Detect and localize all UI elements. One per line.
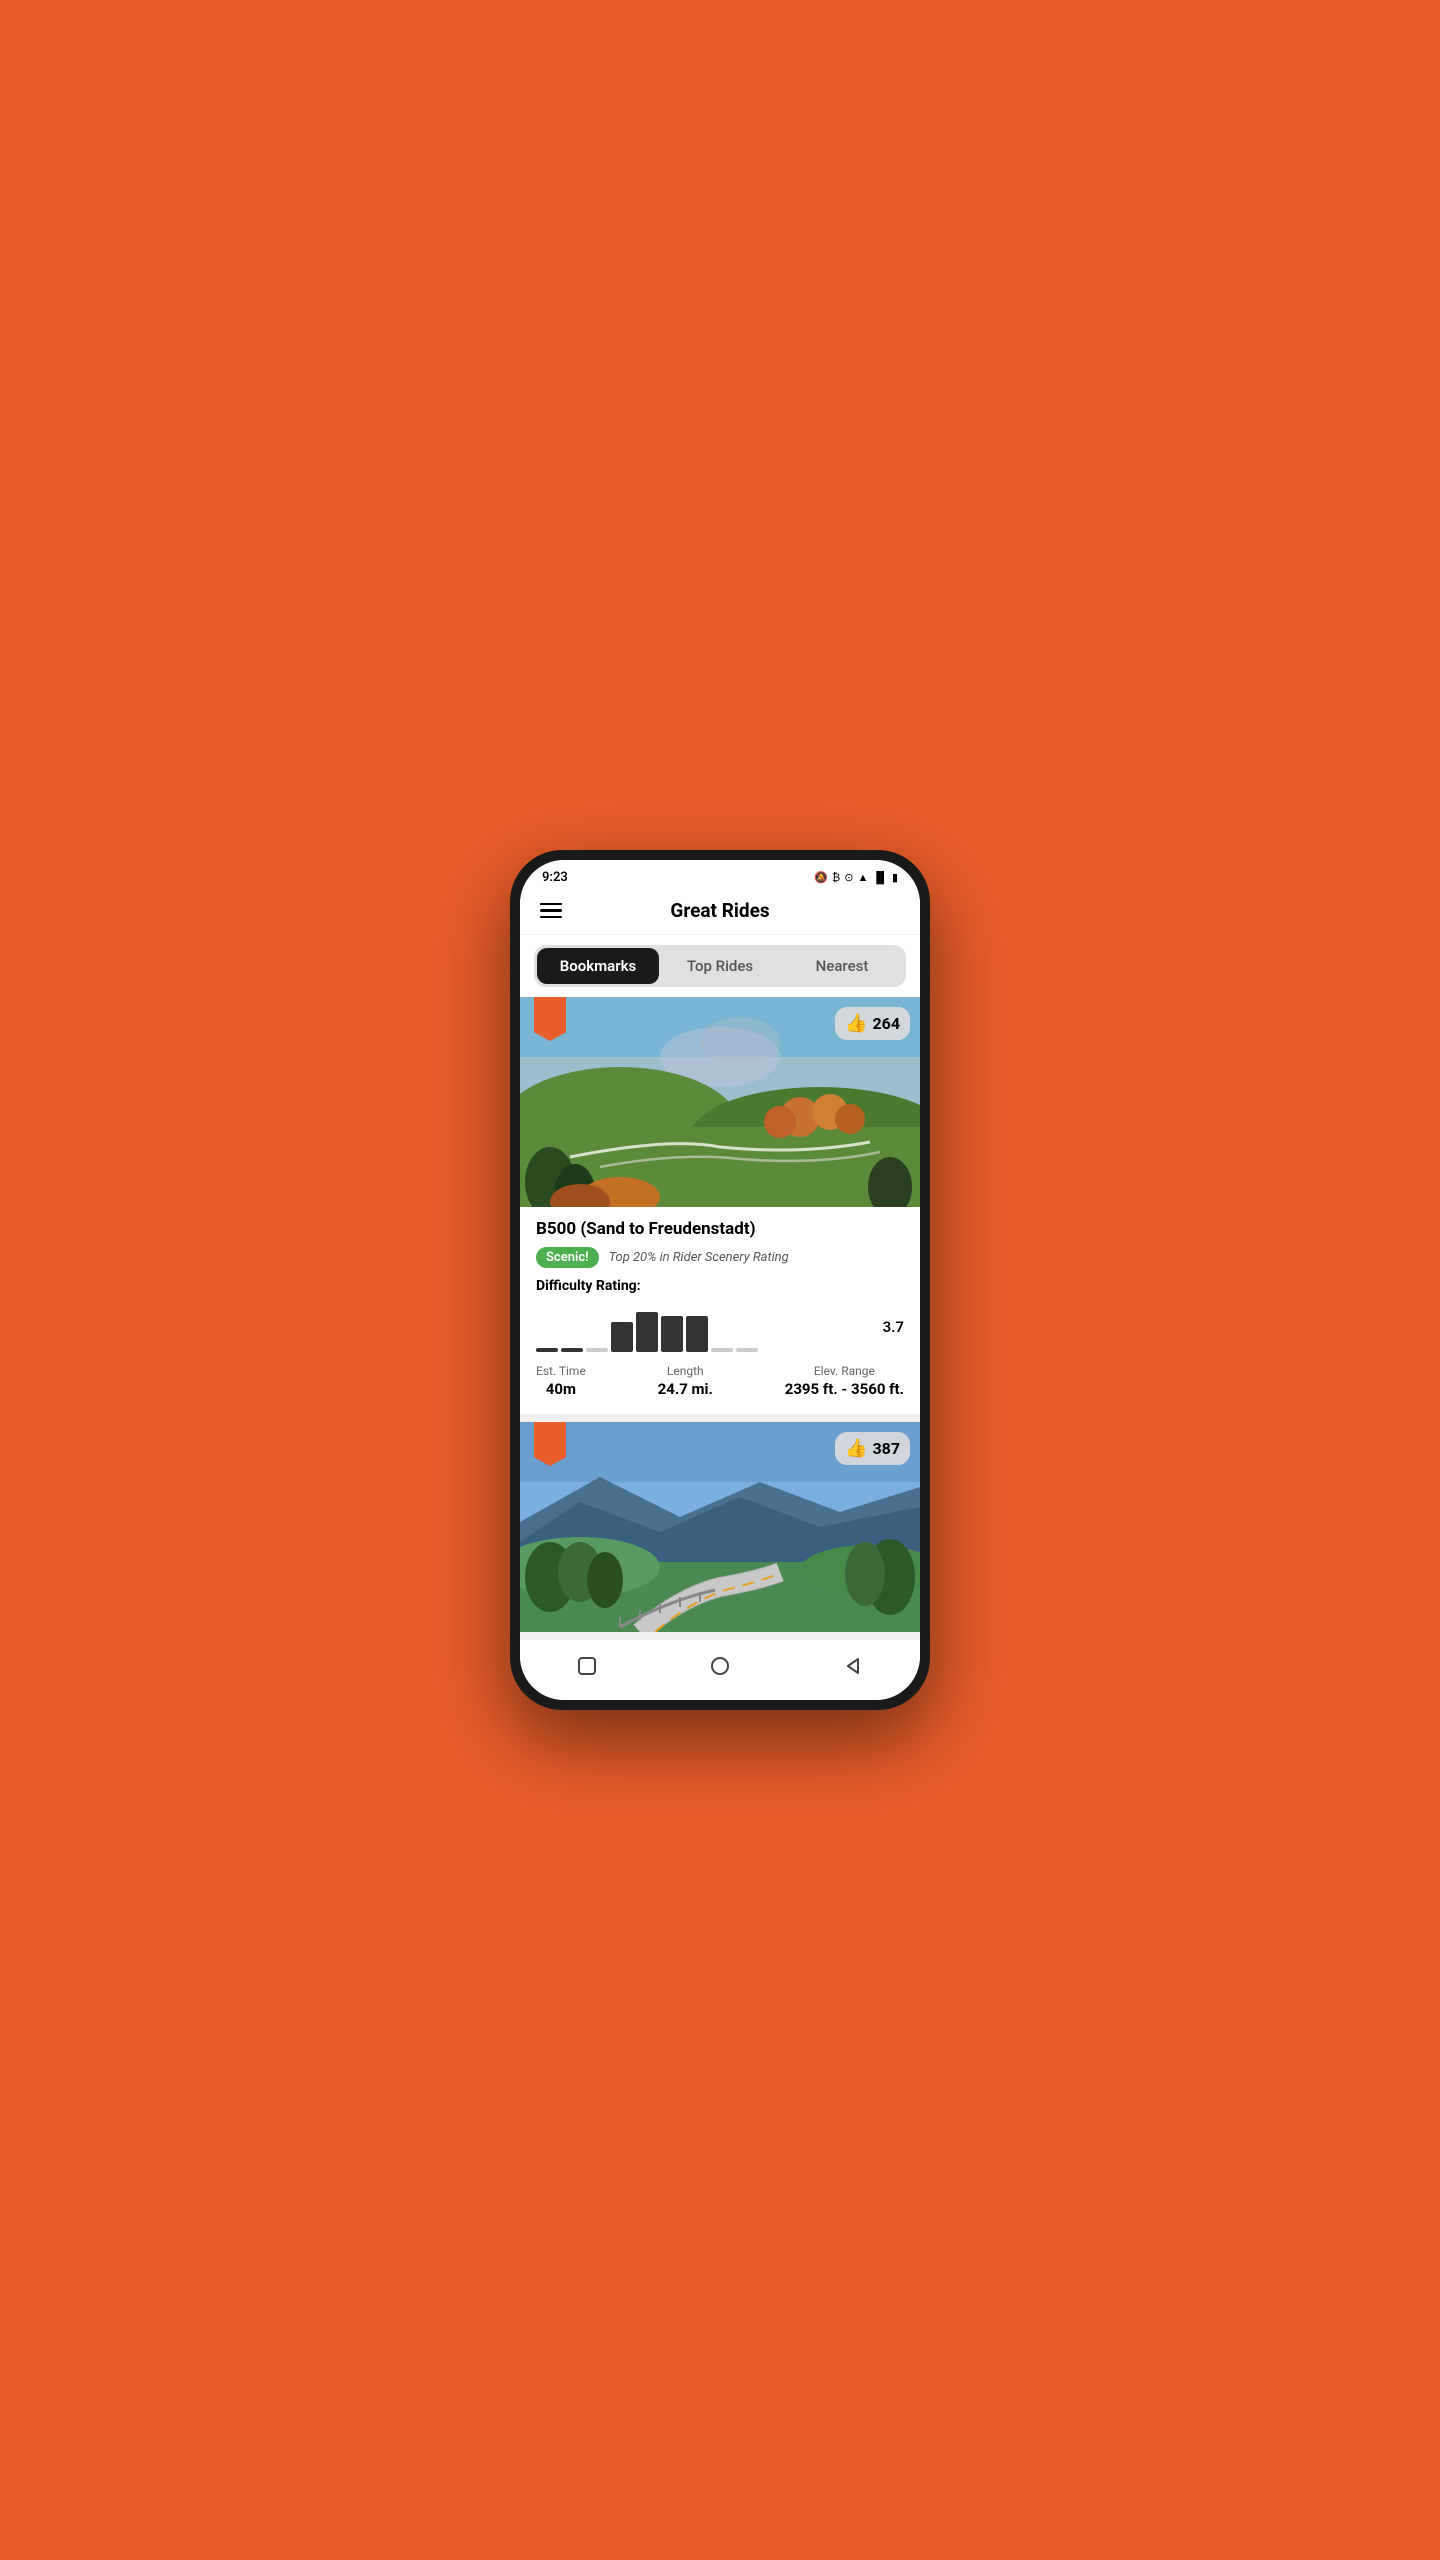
tab-top-rides[interactable]: Top Rides xyxy=(659,948,781,984)
likes-count: 264 xyxy=(872,1014,900,1033)
ride-image-container: 👍 264 xyxy=(520,997,920,1207)
likes-badge-2[interactable]: 👍 387 xyxy=(835,1432,910,1465)
est-time-label: Est. Time xyxy=(536,1364,586,1378)
diff-bar xyxy=(536,1348,558,1352)
scenic-description: Top 20% in Rider Scenery Rating xyxy=(609,1250,789,1265)
bookmark-icon-2[interactable] xyxy=(534,1422,566,1466)
bell-icon: 🔕 xyxy=(814,871,828,884)
ride-image-container-2: 👍 387 xyxy=(520,1422,920,1632)
elev-value: 2395 ft. - 3560 ft. xyxy=(785,1380,904,1398)
ride-card-2[interactable]: 👍 387 xyxy=(520,1422,920,1632)
ride-card[interactable]: 👍 264 B500 (Sand to Freudenstadt) Scenic… xyxy=(520,997,920,1414)
phone-device: 9:23 🔕 ₿ ⊙ ▲ ▐▌ ▮ Great Rides Bookmarks xyxy=(510,850,930,1710)
difficulty-chart: 3.7 xyxy=(536,1302,904,1352)
difficulty-label: Difficulty Rating: xyxy=(536,1278,904,1294)
card-body: B500 (Sand to Freudenstadt) Scenic! Top … xyxy=(520,1207,920,1414)
length-value: 24.7 mi. xyxy=(658,1380,713,1398)
thumbs-up-icon: 👍 xyxy=(845,1013,867,1034)
wifi-icon: ▲ xyxy=(857,871,868,884)
ride-name: B500 (Sand to Freudenstadt) xyxy=(536,1219,904,1239)
hamburger-menu-button[interactable] xyxy=(540,903,562,919)
length-stat: Length 24.7 mi. xyxy=(658,1364,713,1398)
est-time-stat: Est. Time 40m xyxy=(536,1364,586,1398)
likes-badge[interactable]: 👍 264 xyxy=(835,1007,910,1040)
difficulty-rating: 3.7 xyxy=(883,1318,904,1336)
thumbs-up-icon-2: 👍 xyxy=(845,1438,867,1459)
location-icon: ⊙ xyxy=(844,871,853,884)
page-title: Great Rides xyxy=(562,899,878,922)
diff-bar xyxy=(636,1312,658,1352)
diff-bar xyxy=(661,1316,683,1352)
ride-tags: Scenic! Top 20% in Rider Scenery Rating xyxy=(536,1247,904,1268)
stats-row: Est. Time 40m Length 24.7 mi. Elev. Rang… xyxy=(536,1364,904,1398)
est-time-value: 40m xyxy=(536,1380,586,1398)
rides-list: 👍 264 B500 (Sand to Freudenstadt) Scenic… xyxy=(520,997,920,1639)
diff-spacer xyxy=(711,1348,733,1352)
hamburger-line-2 xyxy=(540,909,562,912)
app-header: Great Rides xyxy=(520,891,920,935)
scenic-badge: Scenic! xyxy=(536,1247,599,1268)
square-icon xyxy=(576,1655,598,1677)
nav-home-button[interactable] xyxy=(706,1652,734,1680)
diff-spacer xyxy=(736,1348,758,1352)
diff-bar xyxy=(561,1348,583,1352)
length-label: Length xyxy=(658,1364,713,1378)
hamburger-line-1 xyxy=(540,903,562,906)
likes-count-2: 387 xyxy=(872,1439,900,1458)
tab-bookmarks[interactable]: Bookmarks xyxy=(537,948,659,984)
elev-label: Elev. Range xyxy=(785,1364,904,1378)
status-time: 9:23 xyxy=(542,870,568,885)
status-bar: 9:23 🔕 ₿ ⊙ ▲ ▐▌ ▮ xyxy=(520,860,920,891)
signal-icon: ▐▌ xyxy=(872,871,888,884)
diff-bar xyxy=(686,1316,708,1352)
circle-icon xyxy=(709,1655,731,1677)
tab-bar: Bookmarks Top Rides Nearest xyxy=(534,945,906,987)
bookmark-icon[interactable] xyxy=(534,997,566,1041)
nav-back-button[interactable] xyxy=(839,1652,867,1680)
elev-stat: Elev. Range 2395 ft. - 3560 ft. xyxy=(785,1364,904,1398)
phone-screen: 9:23 🔕 ₿ ⊙ ▲ ▐▌ ▮ Great Rides Bookmarks xyxy=(520,860,920,1700)
status-icons: 🔕 ₿ ⊙ ▲ ▐▌ ▮ xyxy=(814,871,898,884)
diff-spacer xyxy=(586,1348,608,1352)
tab-nearest[interactable]: Nearest xyxy=(781,948,903,984)
bottom-nav xyxy=(520,1639,920,1700)
hamburger-line-3 xyxy=(540,916,562,919)
back-icon xyxy=(842,1655,864,1677)
difficulty-bars xyxy=(536,1302,871,1352)
diff-bar xyxy=(611,1322,633,1352)
battery-icon: ▮ xyxy=(892,871,898,884)
bluetooth-icon: ₿ xyxy=(832,871,840,884)
nav-square-button[interactable] xyxy=(573,1652,601,1680)
